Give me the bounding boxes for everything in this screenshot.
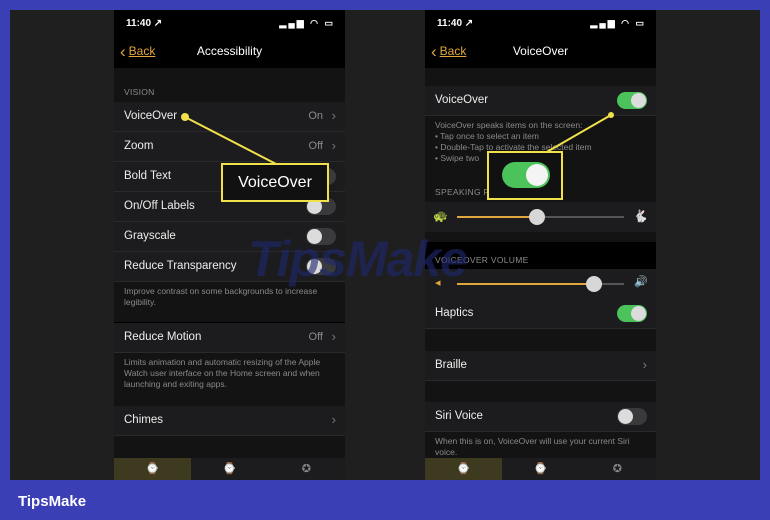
callout-label: VoiceOver (238, 174, 312, 191)
brand-logo: TipsMake (18, 493, 87, 510)
watermark: TipsMake (248, 230, 548, 290)
watermark-logo: TipsMake (248, 231, 468, 287)
screenshot-stage: 11:40 ↗ ▂▄▆ ◠ ▭ ‹ Back Accessibility VISI… (10, 10, 760, 480)
voiceover-callout: VoiceOver (221, 163, 329, 202)
annotation-line (544, 114, 612, 154)
annotation-line (184, 116, 279, 166)
toggle-zoom-callout (487, 151, 563, 200)
enlarged-voiceover-toggle (502, 162, 550, 188)
